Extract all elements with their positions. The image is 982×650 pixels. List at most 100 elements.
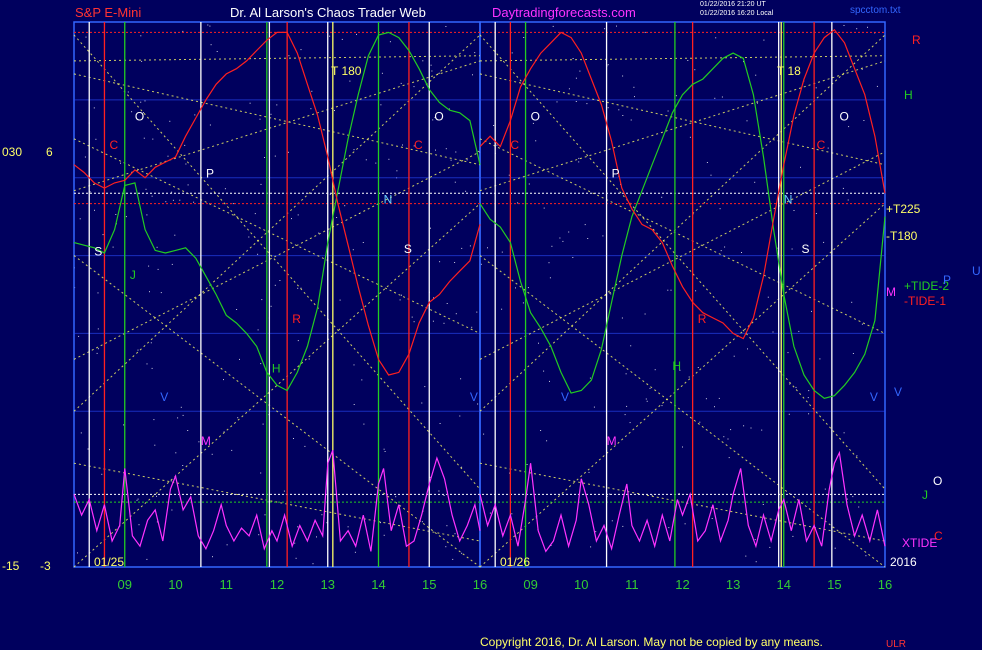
star-dot [472,74,473,76]
x-tick-label: 09 [523,577,537,592]
star-dot [501,308,503,310]
right-label-v: V [894,385,903,399]
star-dot [80,432,82,434]
star-dot [487,247,488,249]
top-annotation-day1: T 180 [331,64,362,78]
star-dot [767,296,769,298]
annotation-letter: S [94,245,102,259]
star-dot [216,51,218,52]
annotation-letter: C [510,138,519,152]
star-dot [411,316,413,318]
annotation-letter: O [531,110,540,124]
star-dot [209,25,211,27]
annotation-letter: C [110,138,119,152]
star-dot [101,473,103,475]
star-dot [694,69,696,71]
star-dot [754,181,756,183]
dotted-trend-line [73,34,481,412]
star-dot [297,526,299,528]
star-dot [483,433,485,435]
dotted-trend-line [479,34,886,490]
right-label-h: H [904,88,913,102]
x-tick-label: 11 [625,577,639,592]
star-dot [824,488,826,490]
star-dot [198,441,200,443]
star-dot [432,320,434,322]
star-dot [274,284,276,286]
star-dot [380,104,382,106]
star-dot [248,236,250,238]
star-dot [667,110,669,112]
star-dot [136,499,138,501]
star-dot [572,58,574,59]
star-dot [856,28,858,30]
right-label-u: U [972,264,981,278]
star-dot [705,398,707,400]
star-dot [260,472,262,474]
star-dot [96,352,98,354]
star-dot [808,390,810,392]
star-dot [445,546,447,548]
star-dot [728,457,730,459]
star-dot [388,158,390,160]
star-dot [493,125,495,126]
legend-xtide: XTIDE [902,536,938,550]
star-dot [339,299,341,301]
star-dot [595,531,597,533]
x-tick-label: 12 [270,577,284,592]
star-dot [724,246,726,248]
star-dot [274,155,276,157]
star-dot [646,400,648,402]
x-tick-label: 10 [574,577,588,592]
star-dot [747,348,748,350]
star-dot [852,496,854,498]
star-dot [602,235,604,237]
star-dot [288,55,290,57]
star-dot [867,26,868,28]
star-dot [527,287,529,289]
star-dot [175,452,177,454]
star-dot [552,25,554,27]
star-dot [389,41,391,43]
star-dot [97,328,99,330]
star-dot [187,430,189,431]
dotted-trend-line [479,138,886,334]
star-dot [769,546,771,548]
star-dot [761,429,763,431]
star-dot [151,367,153,369]
star-dot [644,31,646,33]
star-dot [383,448,385,450]
star-dot [587,238,589,239]
star-dot [476,311,478,313]
star-dot [851,301,853,303]
star-dot [179,199,181,201]
star-dot [400,82,402,84]
star-dot [157,268,159,270]
star-dot [432,119,434,121]
star-dot [626,405,628,407]
x-tick-label: 14 [371,577,385,592]
annotation-letter: N [384,193,393,207]
star-dot [347,526,349,528]
annotation-letter: M [201,434,211,448]
star-dot [304,445,306,447]
star-dot [149,291,150,293]
star-dot [312,563,314,565]
star-dot [279,280,281,281]
x-tick-label: 15 [827,577,841,592]
star-dot [450,159,452,161]
star-dot [621,317,623,319]
star-dot [399,299,401,301]
annotation-letter: S [801,242,809,256]
star-dot [847,199,849,201]
star-dot [684,523,686,525]
file-name: spcctom.txt [850,5,901,16]
x-tick-label: 10 [168,577,182,592]
star-dot [184,144,186,146]
star-dot [297,287,299,289]
star-dot [798,330,800,332]
star-dot [193,201,195,203]
site-link[interactable]: Daytradingforecasts.com [492,6,636,19]
left-axis-bottom-a: -15 [2,559,20,573]
star-dot [842,187,844,189]
